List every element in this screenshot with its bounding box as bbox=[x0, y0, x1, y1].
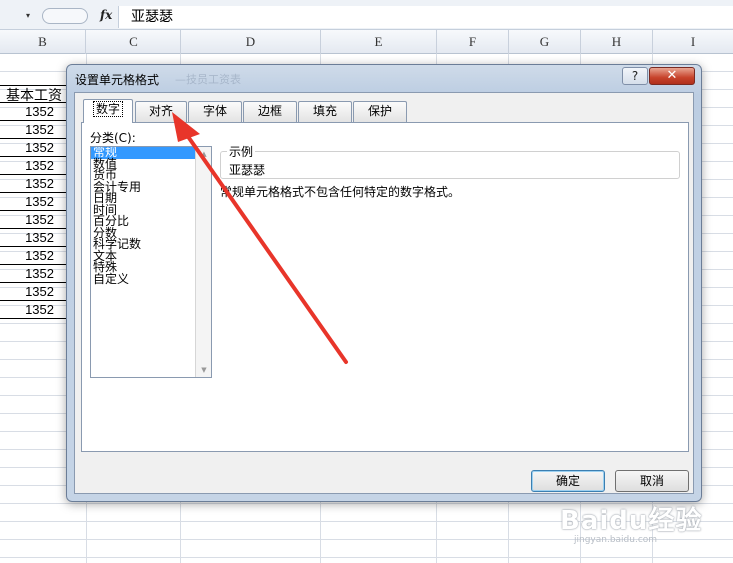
column-b-data: 基本工资 1352 1352 1352 1352 1352 1352 1352 … bbox=[0, 85, 66, 319]
category-list[interactable]: 常规 数值 货币 会计专用 日期 时间 百分比 分数 科学记数 文本 特殊 自定… bbox=[90, 146, 212, 378]
table-cell[interactable]: 1352 bbox=[0, 175, 66, 193]
sample-legend: 示例 bbox=[227, 143, 256, 160]
column-header-e[interactable]: E bbox=[321, 30, 437, 54]
dialog-client-area: 数字 对齐 字体 边框 填充 保护 分类(C): 常规 数值 货币 会计专用 日… bbox=[74, 92, 694, 494]
formula-bar: ▾ fx 亚瑟瑟 bbox=[0, 0, 733, 30]
table-cell[interactable]: 1352 bbox=[0, 193, 66, 211]
formula-input[interactable]: 亚瑟瑟 bbox=[118, 6, 733, 28]
tab-number-label: 数字 bbox=[92, 101, 124, 117]
column-header-d[interactable]: D bbox=[181, 30, 321, 54]
table-cell[interactable]: 1352 bbox=[0, 247, 66, 265]
table-cell[interactable]: 1352 bbox=[0, 229, 66, 247]
close-button[interactable]: ✕ bbox=[649, 67, 695, 85]
table-cell[interactable]: 1352 bbox=[0, 265, 66, 283]
category-description: 常规单元格格式不包含任何特定的数字格式。 bbox=[220, 185, 461, 199]
column-header-g[interactable]: G bbox=[509, 30, 581, 54]
baidu-watermark: Baidu经验 jingyan.baidu.com bbox=[560, 500, 702, 545]
column-header-row: B C D E F G H I bbox=[0, 30, 733, 54]
table-cell[interactable]: 1352 bbox=[0, 211, 66, 229]
column-header-b[interactable]: B bbox=[0, 30, 86, 54]
dialog-title-ghost: —技员工资表 bbox=[175, 73, 241, 86]
format-cells-dialog: 设置单元格格式 —技员工资表 ? ✕ 数字 对齐 字体 边框 填充 保护 分类(… bbox=[66, 64, 702, 502]
category-items: 常规 数值 货币 会计专用 日期 时间 百分比 分数 科学记数 文本 特殊 自定… bbox=[91, 147, 195, 377]
table-cell[interactable]: 1352 bbox=[0, 121, 66, 139]
table-cell[interactable]: 1352 bbox=[0, 301, 66, 319]
column-header-f[interactable]: F bbox=[437, 30, 509, 54]
category-item[interactable]: 自定义 bbox=[91, 273, 195, 286]
tab-number[interactable]: 数字 bbox=[83, 99, 133, 123]
tab-protection[interactable]: 保护 bbox=[353, 101, 407, 122]
column-header-c[interactable]: C bbox=[87, 30, 181, 54]
sample-value: 亚瑟瑟 bbox=[229, 163, 266, 177]
tab-font[interactable]: 字体 bbox=[188, 101, 242, 122]
watermark-brand: Baidu经验 bbox=[560, 506, 703, 536]
name-box-dropdown-icon[interactable]: ▾ bbox=[26, 11, 36, 21]
number-tab-panel: 分类(C): 常规 数值 货币 会计专用 日期 时间 百分比 分数 科学记数 文… bbox=[81, 122, 689, 452]
tab-border[interactable]: 边框 bbox=[243, 101, 297, 122]
column-header-h[interactable]: H bbox=[581, 30, 653, 54]
cancel-button[interactable]: 取消 bbox=[615, 470, 689, 492]
cell-header-basic-salary[interactable]: 基本工资 bbox=[0, 85, 66, 103]
tab-alignment[interactable]: 对齐 bbox=[135, 101, 187, 122]
ok-button[interactable]: 确定 bbox=[531, 470, 605, 492]
tab-fill[interactable]: 填充 bbox=[298, 101, 352, 122]
dialog-title: 设置单元格格式 bbox=[75, 73, 160, 87]
table-cell[interactable]: 1352 bbox=[0, 157, 66, 175]
table-cell[interactable]: 1352 bbox=[0, 103, 66, 121]
category-label: 分类(C): bbox=[90, 131, 136, 145]
table-cell[interactable]: 1352 bbox=[0, 283, 66, 301]
sample-group: 示例 亚瑟瑟 bbox=[220, 143, 680, 179]
scroll-up-icon[interactable]: ▲ bbox=[196, 147, 212, 161]
scroll-down-icon[interactable]: ▼ bbox=[196, 363, 212, 377]
formula-bar-resize-handle[interactable] bbox=[42, 8, 88, 24]
insert-function-icon[interactable]: fx bbox=[100, 8, 112, 22]
help-button[interactable]: ? bbox=[622, 67, 648, 85]
table-cell[interactable]: 1352 bbox=[0, 139, 66, 157]
category-scrollbar[interactable]: ▲ ▼ bbox=[195, 147, 211, 377]
column-header-i[interactable]: I bbox=[653, 30, 733, 54]
